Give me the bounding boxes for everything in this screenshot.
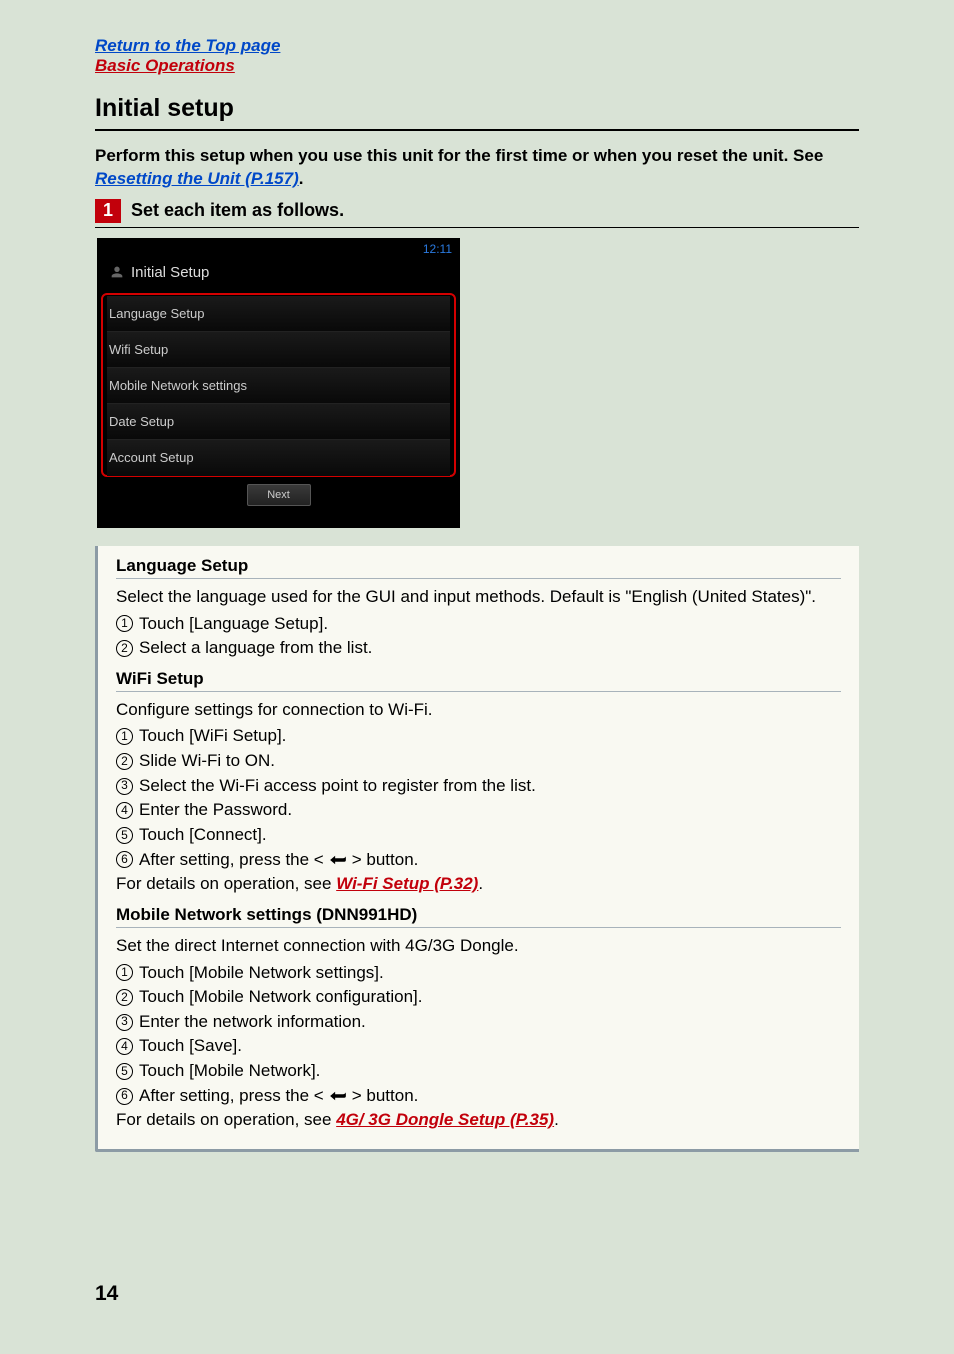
step-text: Touch [Mobile Network settings]. — [139, 961, 384, 986]
resetting-unit-link[interactable]: Resetting the Unit (P.157) — [95, 169, 299, 188]
instruction-step: 3 Select the Wi-Fi access point to regist… — [116, 774, 841, 799]
instruction-step: 3 Enter the network information. — [116, 1010, 841, 1035]
subsection-title: Mobile Network settings (DNN991HD) — [116, 905, 841, 928]
subsection-footer: For details on operation, see 4G/ 3G Don… — [116, 1108, 841, 1133]
instruction-step: 4 Enter the Password. — [116, 798, 841, 823]
intro-part1: Perform this setup when you use this uni… — [95, 146, 823, 165]
content-box: Language Setup Select the language used f… — [95, 546, 859, 1152]
screenshot-item-date: Date Setup — [107, 404, 450, 440]
intro-text: Perform this setup when you use this uni… — [95, 145, 859, 191]
instruction-step: 6 After setting, press the < > button. — [116, 1084, 841, 1109]
step-text: Touch [Mobile Network configuration]. — [139, 985, 422, 1010]
instruction-step: 5 Touch [Connect]. — [116, 823, 841, 848]
instruction-step: 5 Touch [Mobile Network]. — [116, 1059, 841, 1084]
footer-pre: For details on operation, see — [116, 1110, 336, 1129]
step-circle: 2 — [116, 640, 133, 657]
instruction-step: 4 Touch [Save]. — [116, 1034, 841, 1059]
subsection-desc: Configure settings for connection to Wi-… — [116, 698, 841, 723]
step-1-badge: 1 — [95, 199, 121, 223]
step-text-after: > button. — [352, 848, 419, 873]
step-1-text: Set each item as follows. — [131, 200, 344, 221]
screenshot-item-language: Language Setup — [107, 296, 450, 332]
screenshot-item-wifi: Wifi Setup — [107, 332, 450, 368]
user-icon — [109, 264, 125, 280]
step-circle: 1 — [116, 728, 133, 745]
step-circle: 3 — [116, 778, 133, 795]
step-circle: 6 — [116, 1088, 133, 1105]
step-circle: 3 — [116, 1014, 133, 1031]
subsection-title: WiFi Setup — [116, 669, 841, 692]
subsection-desc: Select the language used for the GUI and… — [116, 585, 841, 610]
step-text: After setting, press the < — [139, 1084, 324, 1109]
step-1-row: 1 Set each item as follows. — [95, 199, 859, 228]
back-icon — [328, 1089, 348, 1103]
step-text-after: > button. — [352, 1084, 419, 1109]
initial-setup-screenshot: 12:11 Initial Setup Language Setup Wifi … — [97, 238, 460, 528]
screenshot-header: Initial Setup — [109, 264, 209, 281]
step-text: Select the Wi-Fi access point to registe… — [139, 774, 536, 799]
step-text: Touch [Mobile Network]. — [139, 1059, 320, 1084]
screenshot-clock: 12:11 — [423, 242, 452, 256]
instruction-step: 1 Touch [Language Setup]. — [116, 612, 841, 637]
step-text: Enter the Password. — [139, 798, 292, 823]
step-circle: 6 — [116, 851, 133, 868]
step-text: Enter the network information. — [139, 1010, 366, 1035]
back-icon — [328, 853, 348, 867]
instruction-step: 6 After setting, press the < > button. — [116, 848, 841, 873]
instruction-step: 1 Touch [WiFi Setup]. — [116, 724, 841, 749]
step-text: Slide Wi-Fi to ON. — [139, 749, 275, 774]
step-circle: 1 — [116, 615, 133, 632]
step-text: Select a language from the list. — [139, 636, 372, 661]
subsection-desc: Set the direct Internet connection with … — [116, 934, 841, 959]
screenshot-header-text: Initial Setup — [131, 264, 209, 281]
step-text: After setting, press the < — [139, 848, 324, 873]
step-text: Touch [Save]. — [139, 1034, 242, 1059]
basic-operations-link[interactable]: Basic Operations — [95, 56, 235, 76]
step-circle: 5 — [116, 827, 133, 844]
footer-link[interactable]: 4G/ 3G Dongle Setup (P.35) — [336, 1110, 554, 1129]
subsection-title: Language Setup — [116, 556, 841, 579]
footer-link[interactable]: Wi-Fi Setup (P.32) — [336, 874, 478, 893]
step-text: Touch [WiFi Setup]. — [139, 724, 286, 749]
screenshot-item-account: Account Setup — [107, 440, 450, 476]
subsection-footer: For details on operation, see Wi-Fi Setu… — [116, 872, 841, 897]
instruction-step: 2 Slide Wi-Fi to ON. — [116, 749, 841, 774]
page-title: Initial setup — [95, 94, 859, 131]
step-circle: 1 — [116, 964, 133, 981]
return-top-link[interactable]: Return to the Top page — [95, 36, 280, 56]
instruction-step: 2 Select a language from the list. — [116, 636, 841, 661]
step-circle: 2 — [116, 989, 133, 1006]
instruction-step: 1 Touch [Mobile Network settings]. — [116, 961, 841, 986]
step-circle: 4 — [116, 1038, 133, 1055]
step-circle: 5 — [116, 1063, 133, 1080]
step-text: Touch [Language Setup]. — [139, 612, 328, 637]
step-text: Touch [Connect]. — [139, 823, 267, 848]
screenshot-item-mobile: Mobile Network settings — [107, 368, 450, 404]
step-circle: 2 — [116, 753, 133, 770]
intro-part2: . — [299, 169, 304, 188]
page-number: 14 — [95, 1282, 118, 1306]
screenshot-next-button: Next — [247, 484, 311, 506]
footer-pre: For details on operation, see — [116, 874, 336, 893]
instruction-step: 2 Touch [Mobile Network configuration]. — [116, 985, 841, 1010]
footer-post: . — [554, 1110, 559, 1129]
footer-post: . — [478, 874, 483, 893]
step-circle: 4 — [116, 802, 133, 819]
